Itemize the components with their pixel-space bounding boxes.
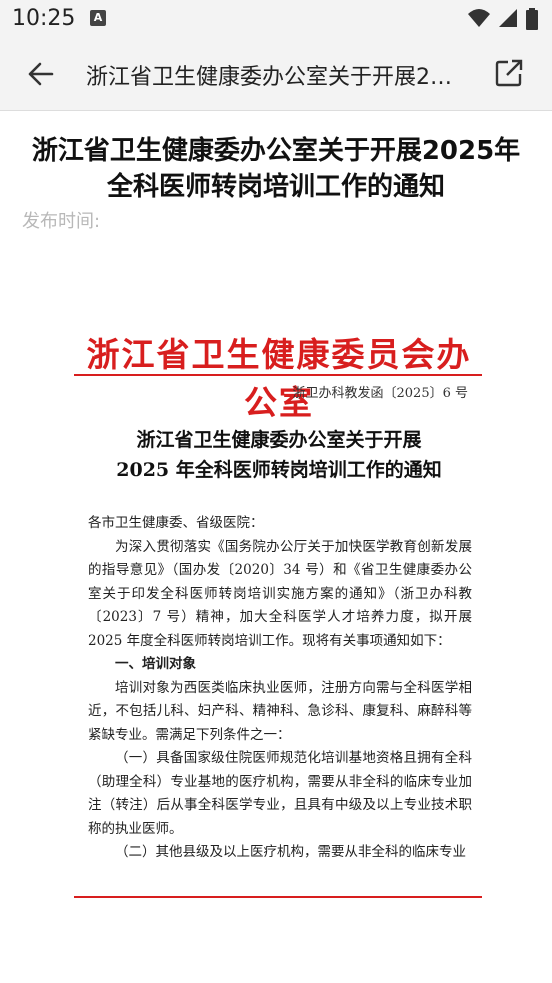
battery-icon: [526, 8, 538, 30]
open-in-browser-button[interactable]: [494, 58, 524, 88]
header-red-line: [74, 374, 482, 376]
status-time: 10:25: [12, 6, 76, 31]
back-button[interactable]: [24, 58, 60, 90]
condition-item-2: （二）其他县级及以上医疗机构，需要从非全科的临床专业: [115, 844, 466, 860]
document-header: 浙江省卫生健康委员会办公室: [86, 335, 472, 422]
footer-red-line: [74, 896, 482, 898]
open-external-icon: [495, 59, 523, 87]
toolbar-title: 浙江省卫生健康委办公室关于开展2…: [86, 65, 452, 90]
article-title: 浙江省卫生健康委办公室关于开展2025年 全科医师转岗培训工作的通知: [20, 133, 532, 205]
arrow-left-icon: [28, 62, 54, 86]
section-heading: 一、培训对象: [115, 656, 196, 672]
article-title-line-1: 浙江省卫生健康委办公室关于开展2025年: [31, 136, 521, 166]
app-toolbar: 浙江省卫生健康委办公室关于开展2…: [0, 38, 552, 111]
article-title-line-2: 全科医师转岗培训工作的通知: [106, 172, 445, 202]
document-title-line-1: 浙江省卫生健康委办公室关于开展: [136, 429, 422, 451]
condition-item-1: （一）具备国家级住院医师规范化培训基地资格且拥有全科（助理全科）专业基地的医疗机…: [88, 750, 472, 837]
document-body: 各市卫生健康委、省级医院： 为深入贯彻落实《国务院办公厅关于加快医学教育创新发展…: [88, 512, 472, 865]
app-notification-icon: A: [90, 10, 106, 26]
signal-icon: [498, 9, 517, 27]
eligibility-paragraph: 培训对象为西医类临床执业医师，注册方向需与全科医学相近，不包括儿科、妇产科、精神…: [88, 679, 472, 743]
status-bar: 10:25 A: [0, 0, 552, 38]
publish-time-label: 发布时间:: [22, 211, 101, 232]
intro-paragraph: 为深入贯彻落实《国务院办公厅关于加快医学教育创新发展的指导意见》（国办发〔202…: [88, 538, 472, 649]
salutation: 各市卫生健康委、省级医院：: [88, 515, 264, 531]
document-title-line-2: 2025 年全科医师转岗培训工作的通知: [116, 459, 442, 481]
document-title: 浙江省卫生健康委办公室关于开展 2025 年全科医师转岗培训工作的通知: [74, 425, 484, 485]
status-icons: [464, 8, 538, 30]
wifi-icon: [467, 9, 490, 27]
document-number: 浙卫办科教发函〔2025〕6 号: [292, 386, 469, 401]
document-image: 浙江省卫生健康委员会办公室 浙卫办科教发函〔2025〕6 号 浙江省卫生健康委办…: [74, 320, 484, 910]
